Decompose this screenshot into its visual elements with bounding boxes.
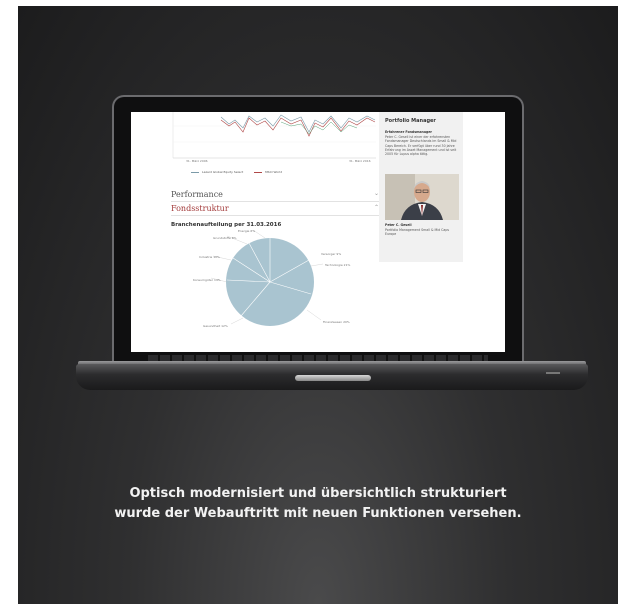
sidebar-subtitle: Erfahrener Fondsmanager — [385, 130, 432, 134]
section-title: Branchenaufteilung per 31.03.2016 — [171, 222, 282, 228]
caption-line-2: wurde der Webauftritt mit neuen Funktion… — [114, 506, 522, 521]
series-2-line — [220, 117, 376, 137]
sidebar-text: Peter C. Gesell ist einer der erfahrenst… — [385, 135, 457, 157]
caption: Optisch modernisiert und übersichtlich s… — [18, 484, 618, 524]
legend-swatch-2 — [254, 171, 263, 173]
pie-label: Technologie 21% — [325, 263, 351, 267]
laptop-screen: 31. März 2006 31. März 2016 Lazard Globa… — [131, 112, 505, 352]
laptop-notch — [295, 375, 371, 381]
pie-label: Versorger 9% — [321, 252, 342, 256]
pie-label: Finanzwesen 20% — [323, 320, 350, 324]
caption-line-1: Optisch modernisiert und übersichtlich s… — [129, 486, 507, 501]
legend-label-2: MSCI World — [265, 170, 283, 174]
chart-legend: Lazard Global Equity Select MSCI World — [189, 170, 282, 174]
legend-label-1: Lazard Global Equity Select — [201, 170, 244, 174]
accordion-performance[interactable]: Performance ⌄ — [171, 190, 383, 202]
x-axis-end-label: 31. März 2016 — [349, 159, 371, 163]
accordion-fondsstruktur[interactable]: Fondsstruktur ⌃ — [171, 204, 383, 216]
manager-photo — [385, 174, 459, 220]
performance-line-chart: 31. März 2006 31. März 2016 — [172, 112, 376, 163]
pie-label: Gesundheit 12% — [203, 324, 228, 328]
pie-label: Energie 6% — [238, 229, 256, 233]
accordion-fondsstruktur-label: Fondsstruktur — [171, 204, 229, 213]
sector-pie-chart — [210, 230, 324, 326]
manager-role: Portfolio Management Small & Mid Caps Eu… — [385, 228, 450, 237]
manager-name: Peter C. Gesell — [385, 223, 412, 227]
x-axis-start-label: 31. März 2006 — [186, 159, 208, 163]
pie-label: Grundstoffe 8% — [213, 236, 237, 240]
presentation-frame: 31. März 2006 31. März 2016 Lazard Globa… — [18, 6, 618, 604]
pie-label: Konsumgüter 14% — [193, 278, 221, 282]
sidebar-title: Portfolio Manager — [385, 118, 436, 124]
accordion-performance-label: Performance — [171, 190, 223, 199]
laptop-status-light — [546, 372, 560, 374]
series-3-line — [280, 121, 358, 135]
legend-swatch-1 — [191, 171, 199, 173]
pie-label: Industrie 10% — [199, 255, 220, 259]
